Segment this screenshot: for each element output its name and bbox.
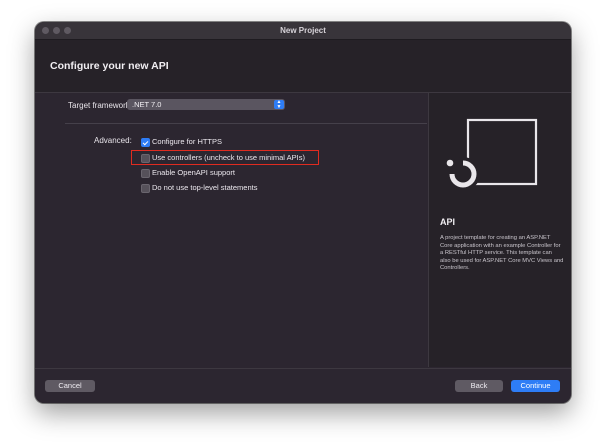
api-template-icon bbox=[446, 118, 538, 191]
title-bar: New Project bbox=[35, 22, 571, 40]
top-level-statements-label: Do not use top-level statements bbox=[152, 183, 258, 192]
new-project-window: New Project Configure your new API Targe… bbox=[35, 22, 571, 403]
use-controllers-label: Use controllers (uncheck to use minimal … bbox=[152, 153, 305, 162]
advanced-label: Advanced: bbox=[94, 136, 132, 145]
window-title: New Project bbox=[280, 26, 326, 35]
chevron-up-down-icon: ▲ ▼ bbox=[274, 100, 284, 109]
page-title: Configure your new API bbox=[50, 60, 169, 72]
configure-https-checkbox[interactable] bbox=[141, 138, 150, 147]
use-controllers-checkbox[interactable] bbox=[141, 154, 150, 163]
target-framework-value: .NET 7.0 bbox=[132, 100, 162, 109]
footer-bar: Cancel Back Continue bbox=[35, 368, 571, 403]
back-button[interactable]: Back bbox=[455, 380, 503, 392]
cancel-button[interactable]: Cancel bbox=[45, 380, 95, 392]
page-header: Configure your new API bbox=[35, 40, 571, 93]
template-info-panel: API A project template for creating an A… bbox=[428, 93, 571, 367]
template-description: A project template for creating an ASP.N… bbox=[440, 235, 564, 272]
configure-https-label: Configure for HTTPS bbox=[152, 137, 223, 146]
enable-openapi-checkbox[interactable] bbox=[141, 169, 150, 178]
target-framework-label: Target framework: bbox=[68, 101, 133, 110]
target-framework-select[interactable]: .NET 7.0 ▲ ▼ bbox=[127, 99, 285, 110]
top-level-statements-checkbox[interactable] bbox=[141, 184, 150, 193]
template-title: API bbox=[440, 217, 456, 227]
section-divider bbox=[65, 123, 427, 124]
enable-openapi-label: Enable OpenAPI support bbox=[152, 168, 235, 177]
continue-button[interactable]: Continue bbox=[511, 380, 560, 392]
